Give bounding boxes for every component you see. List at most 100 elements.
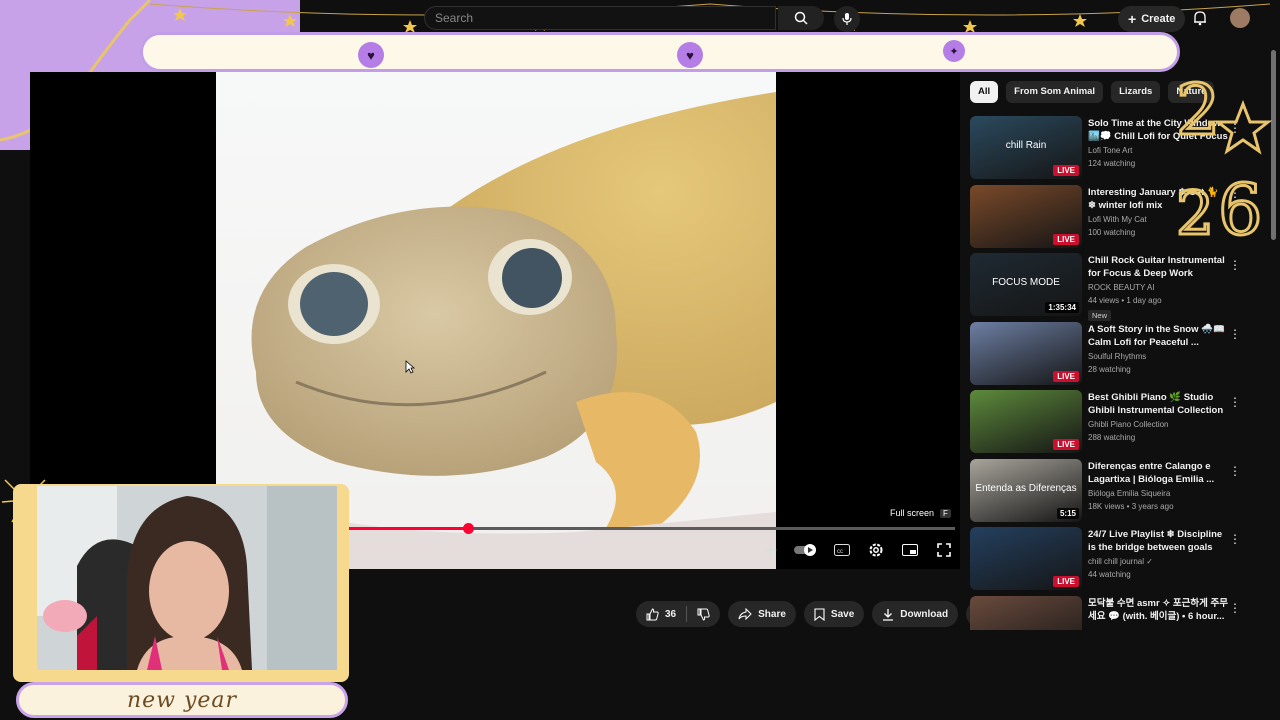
fullscreen-button[interactable] (934, 540, 954, 560)
dislike-button[interactable] (687, 601, 720, 627)
video-thumbnail[interactable]: Entenda as Diferenças 5:15 (970, 458, 1082, 522)
channel-name[interactable]: Bióloga Emilia Siqueira (1088, 489, 1228, 498)
more-vertical-icon[interactable]: ⋮ (1229, 463, 1241, 479)
chip-from-channel[interactable]: From Som Animal (1006, 81, 1104, 103)
video-thumbnail[interactable]: FOCUS MODE 1:35:34 (970, 253, 1082, 316)
video-title[interactable]: Diferenças entre Calango e Lagartixa | B… (1088, 460, 1228, 486)
recommendation-item[interactable]: LIVE A Soft Story in the Snow 🌨️📖 Calm Lo… (970, 321, 1250, 391)
fullscreen-tip-label: Full screen (890, 508, 935, 518)
video-thumbnail[interactable]: LIVE (970, 390, 1082, 453)
video-title[interactable]: A Soft Story in the Snow 🌨️📖 Calm Lofi f… (1088, 323, 1228, 349)
progress-scrubber[interactable] (462, 523, 474, 534)
like-dislike-group: 36 (636, 601, 721, 627)
duration-badge: 5:15 (1056, 507, 1079, 519)
webcam-image (37, 486, 337, 670)
sparkle-icon: ✦ (943, 40, 965, 62)
video-info: 모닥불 수면 asmr ✧ 포근하게 주무세요 💬 (with. 베이글) • … (1088, 596, 1228, 631)
thumbnail-text: chill Rain (1005, 140, 1047, 151)
search-input[interactable]: Search (424, 6, 776, 30)
recommendation-item[interactable]: Entenda as Diferenças 5:15 Diferenças entr… (970, 458, 1250, 528)
create-button[interactable]: + Create (1118, 6, 1186, 32)
thumbnail-text: FOCUS MODE (992, 277, 1060, 288)
search-button[interactable] (778, 6, 824, 30)
recommendation-item[interactable]: 모닥불 수면 asmr ✧ 포근하게 주무세요 💬 (with. 베이글) • … (970, 595, 1250, 631)
settings-button[interactable] (866, 540, 886, 560)
video-title[interactable]: 24/7 Live Playlist ❄ Discipline is the b… (1088, 528, 1228, 554)
video-meta: 44 watching (1088, 570, 1131, 579)
miniplayer-button[interactable] (900, 540, 920, 560)
live-badge: LIVE (1053, 165, 1079, 176)
video-thumbnail[interactable]: chill Rain LIVE (970, 116, 1082, 179)
live-badge: LIVE (1053, 439, 1079, 450)
channel-name[interactable]: ROCK BEAUTY AI (1088, 283, 1228, 292)
video-meta: 44 views • 1 day ago (1088, 296, 1162, 305)
webcam-feed (37, 486, 337, 670)
new-badge: New (1088, 310, 1112, 321)
save-button[interactable]: Save (803, 601, 865, 627)
video-thumbnail[interactable]: LIVE (970, 527, 1082, 590)
channel-name[interactable]: Soulful Rhythms (1088, 352, 1228, 361)
notifications-button[interactable] (1190, 8, 1210, 28)
thumbs-up-icon (646, 607, 659, 620)
save-label: Save (830, 608, 855, 620)
video-meta: 288 watching (1088, 433, 1136, 442)
video-info: Best Ghibli Piano 🌿 Studio Ghibli Instru… (1088, 390, 1228, 459)
recommendation-item[interactable]: LIVE 24/7 Live Playlist ❄ Discipline is t… (970, 527, 1250, 596)
player-controls-right: cc (760, 538, 954, 562)
bell-icon (1194, 11, 1206, 26)
share-button[interactable]: Share (728, 601, 796, 627)
more-vertical-icon[interactable]: ⋮ (1229, 600, 1241, 616)
video-meta: 18K views • 3 years ago (1088, 501, 1174, 511)
video-info: Diferenças entre Calango e Lagartixa | B… (1088, 459, 1228, 528)
duration-badge: 1:35:34 (1045, 302, 1079, 313)
download-label: Download (900, 608, 949, 620)
download-icon (883, 608, 894, 621)
share-label: Share (758, 608, 786, 620)
chip-all[interactable]: All (970, 81, 999, 103)
like-button[interactable]: 36 (636, 601, 686, 627)
thumbnail-text: Entenda as Diferenças (975, 482, 1077, 494)
recommendation-item[interactable]: FOCUS MODE 1:35:34 Chill Rock Guitar Instr… (970, 253, 1250, 322)
video-info: 24/7 Live Playlist ❄ Discipline is the b… (1088, 527, 1228, 596)
progress-bar[interactable] (330, 523, 955, 534)
voice-search-button[interactable] (834, 6, 860, 32)
captions-button[interactable]: cc (832, 540, 852, 560)
captions-icon: cc (834, 544, 850, 556)
svg-text:6: 6 (1218, 169, 1263, 244)
video-title[interactable]: 모닥불 수면 asmr ✧ 포근하게 주무세요 💬 (with. 베이글) • … (1088, 597, 1228, 623)
more-vertical-icon[interactable]: ⋮ (1229, 531, 1241, 547)
live-badge: LIVE (1053, 370, 1079, 382)
sparkle-icon (763, 543, 777, 557)
fullscreen-tooltip: Full screen F (890, 506, 951, 520)
video-thumbnail[interactable]: LIVE (970, 184, 1082, 248)
autoplay-toggle[interactable] (794, 540, 818, 560)
video-info: A Soft Story in the Snow 🌨️📖 Calm Lofi f… (1088, 322, 1228, 391)
mouse-cursor-icon (405, 360, 415, 374)
recommendation-item[interactable]: LIVE Best Ghibli Piano 🌿 Studio Ghibli In… (970, 390, 1250, 459)
video-title[interactable]: Best Ghibli Piano 🌿 Studio Ghibli Instru… (1088, 391, 1228, 417)
video-thumbnail[interactable]: LIVE (970, 321, 1082, 385)
like-count: 36 (665, 608, 677, 620)
more-vertical-icon[interactable]: ⋮ (1229, 257, 1241, 273)
download-button[interactable]: Download (872, 601, 959, 627)
more-vertical-icon[interactable]: ⋮ (1229, 394, 1241, 410)
decorative-header-bar: ♥ ♥ ✦ (140, 32, 1180, 72)
svg-text:2: 2 (1176, 179, 1214, 244)
channel-name[interactable]: chill chill journal ✓ (1088, 557, 1228, 566)
plus-icon: + (1128, 11, 1137, 27)
top-bar: Search + Create (0, 0, 1280, 36)
search-icon (794, 11, 808, 25)
thumbs-down-icon (697, 608, 710, 621)
chip-lizards[interactable]: Lizards (1111, 81, 1161, 103)
year-ornament: 2 6 2 (1175, 68, 1273, 244)
channel-name[interactable]: Ghibli Piano Collection (1088, 420, 1228, 429)
more-vertical-icon[interactable]: ⋮ (1229, 326, 1241, 342)
sparkle-button[interactable] (760, 540, 780, 560)
heart-icon: ♥ (677, 42, 703, 68)
avatar[interactable] (1230, 8, 1250, 28)
video-title[interactable]: Chill Rock Guitar Instrumental for Focus… (1088, 254, 1228, 280)
video-actions: 36 Share Save Download ⋯ (636, 601, 993, 627)
live-badge: LIVE (1053, 233, 1079, 245)
video-thumbnail[interactable] (970, 595, 1082, 630)
create-label: Create (1141, 13, 1176, 25)
